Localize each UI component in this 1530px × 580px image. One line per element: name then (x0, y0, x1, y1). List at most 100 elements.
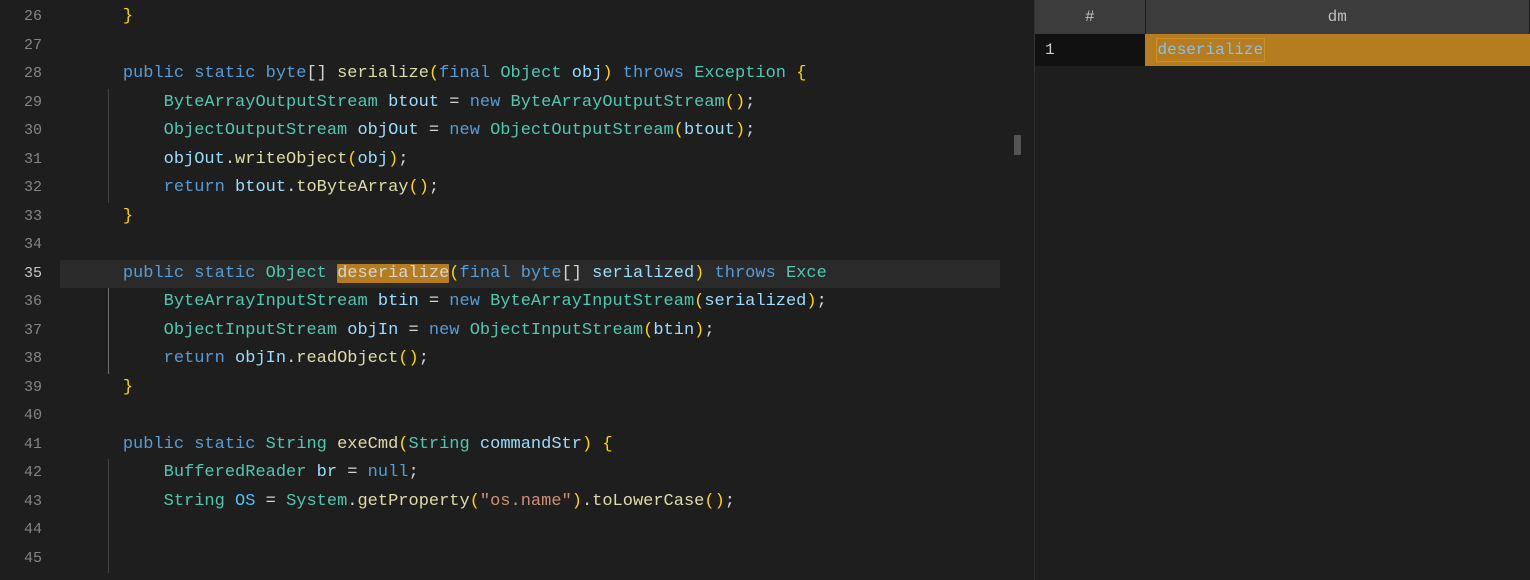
code-line[interactable]: return objIn.readObject(); (60, 345, 1000, 374)
match-chip: deserialize (1156, 38, 1266, 62)
code-line[interactable]: ByteArrayInputStream btin = new ByteArra… (60, 288, 1000, 317)
token-plain (82, 7, 123, 26)
line-number[interactable]: 34 (0, 231, 60, 260)
line-number[interactable]: 28 (0, 60, 60, 89)
line-number[interactable]: 41 (0, 431, 60, 460)
line-number[interactable]: 40 (0, 402, 60, 431)
token-cst: OS (235, 492, 255, 511)
code-line[interactable]: ObjectOutputStream objOut = new ObjectOu… (60, 117, 1000, 146)
token-type: Object (266, 264, 327, 283)
code-line[interactable]: public static Object deserialize(final b… (60, 260, 1000, 289)
token-punc: ; (725, 492, 735, 511)
token-var: btin (378, 292, 419, 311)
code-line[interactable]: public static String exeCmd(String comma… (60, 431, 1000, 460)
code-line[interactable] (60, 32, 1000, 61)
token-plain (225, 349, 235, 368)
token-brace: ( (347, 150, 357, 169)
token-punc: ; (817, 292, 827, 311)
line-number-gutter[interactable]: 2627282930313233343536373839404142434445 (0, 0, 60, 580)
token-fn: getProperty (357, 492, 469, 511)
token-brace: } (123, 7, 133, 26)
code-line[interactable]: ObjectInputStream objIn = new ObjectInpu… (60, 317, 1000, 346)
line-number[interactable]: 33 (0, 203, 60, 232)
editor-splitter[interactable] (1000, 0, 1035, 580)
line-number[interactable]: 42 (0, 459, 60, 488)
line-number[interactable]: 30 (0, 117, 60, 146)
line-number[interactable]: 29 (0, 89, 60, 118)
line-number[interactable]: 43 (0, 488, 60, 517)
code-line[interactable]: return btout.toByteArray(); (60, 174, 1000, 203)
code-line[interactable] (60, 402, 1000, 431)
line-number[interactable]: 38 (0, 345, 60, 374)
token-brace: ( (643, 321, 653, 340)
line-number[interactable]: 44 (0, 516, 60, 545)
token-op: = (439, 93, 470, 112)
line-number[interactable]: 39 (0, 374, 60, 403)
token-plain (255, 435, 265, 454)
code-line[interactable] (60, 231, 1000, 260)
token-brace: ( (725, 93, 735, 112)
line-number[interactable]: 36 (0, 288, 60, 317)
token-kw: public (123, 64, 184, 83)
token-type: ByteArrayInputStream (164, 292, 368, 311)
token-punc: . (225, 150, 235, 169)
table-row[interactable]: 1deserialize (1035, 34, 1530, 66)
token-brace: ) (694, 321, 704, 340)
token-type: ObjectOutputStream (490, 121, 674, 140)
token-plain (470, 435, 480, 454)
code-line[interactable]: String OS = System.getProperty("os.name"… (60, 488, 1000, 517)
line-number[interactable]: 26 (0, 3, 60, 32)
results-table[interactable]: # dm 1deserialize (1035, 0, 1530, 66)
token-punc: [] (306, 64, 337, 83)
token-type: BufferedReader (164, 463, 307, 482)
token-plain (82, 264, 123, 283)
token-type: String (266, 435, 327, 454)
line-number[interactable]: 27 (0, 32, 60, 61)
token-kw: final (460, 264, 511, 283)
code-line[interactable]: } (60, 374, 1000, 403)
line-number[interactable]: 31 (0, 146, 60, 175)
token-plain (368, 292, 378, 311)
token-kw: static (194, 264, 255, 283)
token-punc: [] (562, 264, 593, 283)
code-line[interactable]: } (60, 203, 1000, 232)
token-type: ObjectOutputStream (164, 121, 348, 140)
token-op: = (419, 121, 450, 140)
code-line[interactable]: BufferedReader br = null; (60, 459, 1000, 488)
token-brace: ) (572, 492, 582, 511)
token-type: ByteArrayOutputStream (511, 93, 725, 112)
token-plain (82, 292, 164, 311)
code-area[interactable]: } public static byte[] serialize(final O… (60, 0, 1000, 580)
token-plain (511, 264, 521, 283)
token-brace: } (123, 378, 133, 397)
col-header-num[interactable]: # (1035, 0, 1145, 34)
token-plain (490, 64, 500, 83)
token-op: = (255, 492, 286, 511)
code-line[interactable]: } (60, 3, 1000, 32)
line-number[interactable]: 32 (0, 174, 60, 203)
line-number[interactable]: 45 (0, 545, 60, 574)
token-brace: ) (806, 292, 816, 311)
line-number[interactable]: 37 (0, 317, 60, 346)
token-kw: throws (623, 64, 684, 83)
token-brace: ) (388, 150, 398, 169)
line-number[interactable]: 35 (0, 260, 60, 289)
code-line[interactable] (60, 545, 1000, 574)
token-type: System (286, 492, 347, 511)
token-var: obj (357, 150, 388, 169)
code-line[interactable] (60, 516, 1000, 545)
code-line[interactable]: objOut.writeObject(obj); (60, 146, 1000, 175)
code-line[interactable]: public static byte[] serialize(final Obj… (60, 60, 1000, 89)
token-var: obj (572, 64, 603, 83)
token-plain (337, 321, 347, 340)
token-kw: final (439, 64, 490, 83)
token-brace: ) (419, 178, 429, 197)
col-header-dm[interactable]: dm (1145, 0, 1530, 34)
token-brace: ) (735, 93, 745, 112)
token-brace: { (796, 64, 806, 83)
code-line[interactable]: ByteArrayOutputStream btout = new ByteAr… (60, 89, 1000, 118)
token-op: = (337, 463, 368, 482)
token-kw: return (164, 178, 225, 197)
code-editor[interactable]: 2627282930313233343536373839404142434445… (0, 0, 1000, 580)
token-fn: exeCmd (337, 435, 398, 454)
